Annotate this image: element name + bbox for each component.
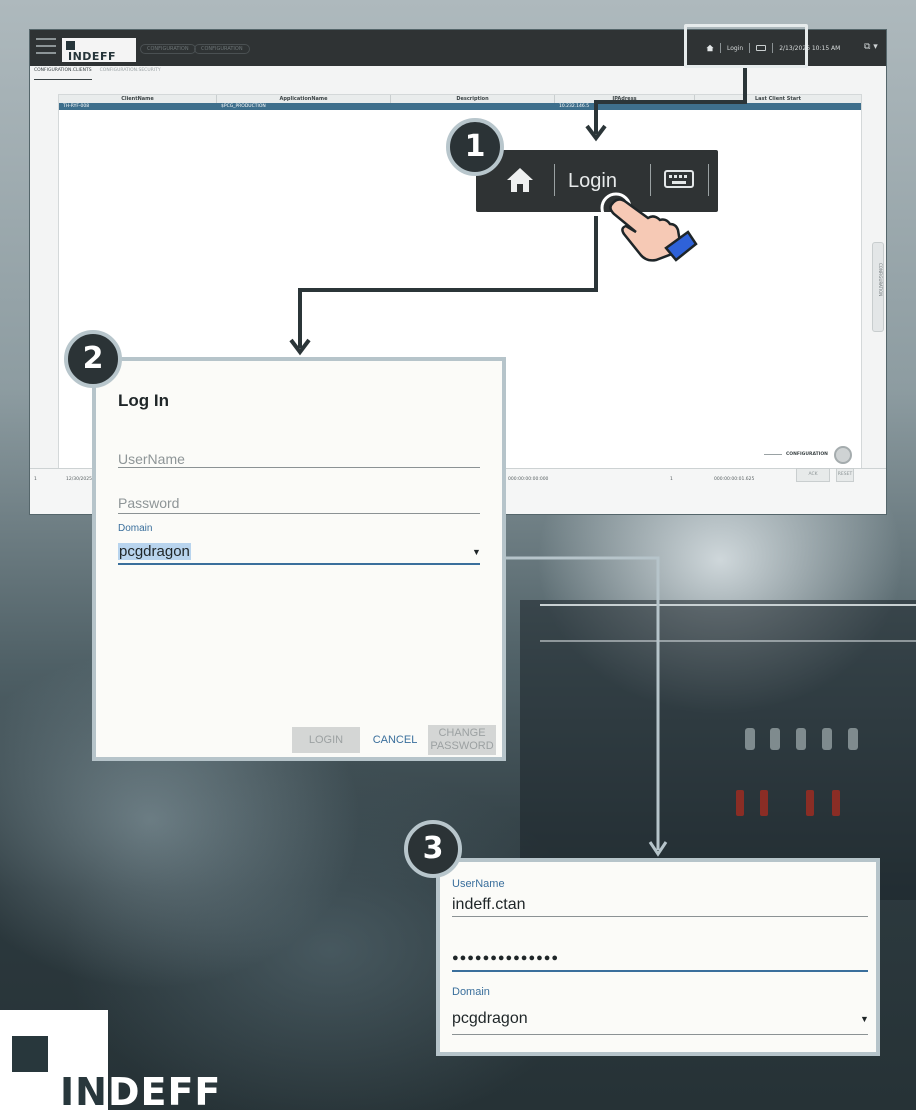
pointing-hand-icon: [600, 192, 698, 262]
filled-login-form: UserName indeff.ctan ●●●●●●●●●●●●●● Doma…: [436, 858, 880, 1056]
keyboard-icon[interactable]: [664, 170, 694, 188]
home-icon[interactable]: [506, 167, 534, 193]
domain-label: Domain: [452, 986, 490, 998]
logo-wordmark: INDEFF: [60, 1070, 222, 1110]
step-badge-2: 2: [64, 330, 122, 388]
domain-select[interactable]: pcgdragon: [452, 1010, 528, 1028]
step-badge-1: 1: [446, 118, 504, 176]
domain-select[interactable]: pcgdragon: [118, 543, 191, 560]
brand-logo: INDEFF: [0, 1010, 240, 1110]
logo-square: [12, 1036, 48, 1072]
username-underline: [452, 916, 868, 917]
login-dialog: Log In UserName Password Domain pcgdrago…: [92, 357, 506, 761]
username-input[interactable]: indeff.ctan: [452, 896, 526, 914]
cancel-button[interactable]: CANCEL: [368, 727, 422, 753]
step-badge-3: 3: [404, 820, 462, 878]
change-password-line: PASSWORD: [430, 740, 494, 752]
password-underline: [452, 970, 868, 972]
domain-underline: [118, 563, 480, 565]
change-password-button[interactable]: CHANGE PASSWORD: [428, 725, 496, 755]
username-field[interactable]: UserName: [118, 451, 185, 467]
dialog-title: Log In: [118, 391, 169, 410]
domain-underline: [452, 1034, 868, 1035]
chevron-down-icon[interactable]: ▼: [472, 547, 481, 557]
domain-label: Domain: [118, 523, 153, 534]
login-button[interactable]: LOGIN: [292, 727, 360, 753]
password-input[interactable]: ●●●●●●●●●●●●●●: [452, 952, 559, 964]
password-underline: [118, 513, 480, 514]
change-password-line: CHANGE: [438, 727, 486, 739]
password-field[interactable]: Password: [118, 495, 179, 511]
username-label: UserName: [452, 878, 505, 890]
chevron-down-icon[interactable]: ▼: [860, 1014, 869, 1024]
username-underline: [118, 467, 480, 468]
